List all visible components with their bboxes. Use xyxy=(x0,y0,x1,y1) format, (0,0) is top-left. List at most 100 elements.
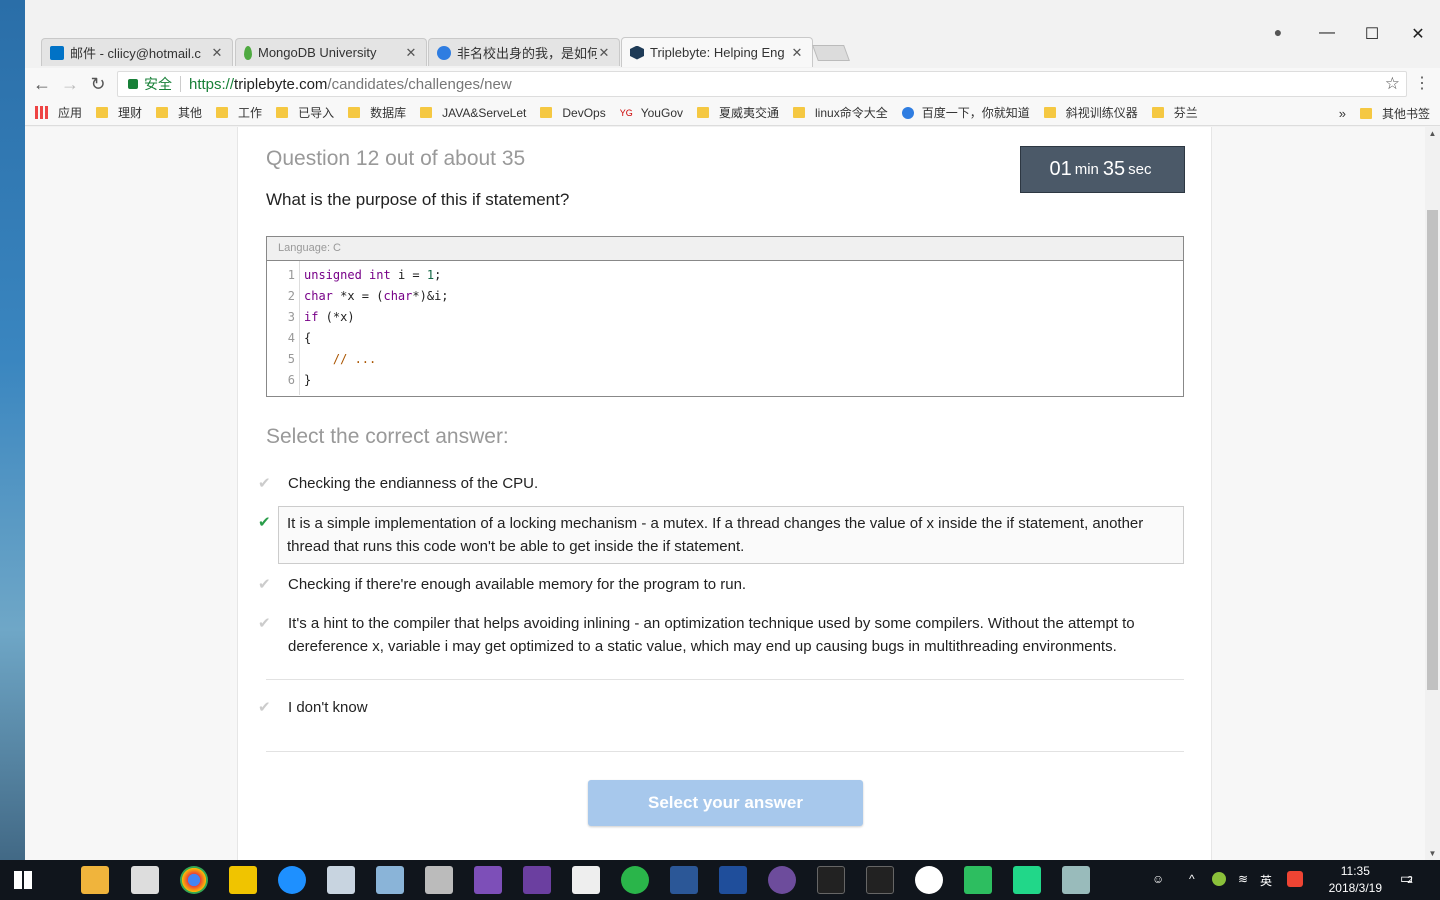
mail-icon[interactable] xyxy=(572,866,600,894)
answer-option-dont-know[interactable]: ✔ I don't know xyxy=(258,696,1184,719)
bookmark-folder[interactable]: 斜视训练仪器 xyxy=(1043,104,1138,121)
bookmark-folder[interactable]: 夏威夷交通 xyxy=(697,104,779,121)
close-window-button[interactable]: ✕ xyxy=(1408,24,1428,44)
word-icon[interactable] xyxy=(670,866,698,894)
app-icon[interactable] xyxy=(376,866,404,894)
bookmark-apps[interactable]: 应用 xyxy=(35,104,82,121)
close-icon[interactable]: ✕ xyxy=(404,45,418,61)
sogou-icon[interactable] xyxy=(1287,871,1303,887)
timer-seconds: 35 xyxy=(1102,158,1126,180)
page-content: Question 12 out of about 35 01 min 35 se… xyxy=(25,127,1425,860)
answer-option[interactable]: ✔ It's a hint to the compiler that helps… xyxy=(258,612,1184,658)
app-icon[interactable] xyxy=(621,866,649,894)
bookmark-folder[interactable]: 数据库 xyxy=(348,104,406,121)
bookmark-folder[interactable]: 理财 xyxy=(96,104,142,121)
bookmark-folder[interactable]: linux命令大全 xyxy=(793,104,888,121)
people-icon[interactable]: ☺ xyxy=(1152,872,1164,886)
bookmarks-overflow-icon[interactable]: » xyxy=(1339,106,1346,121)
ime-indicator[interactable]: 英 xyxy=(1260,872,1272,889)
question-text: What is the purpose of this if statement… xyxy=(266,190,570,209)
select-answer-button[interactable]: Select your answer xyxy=(588,780,863,826)
bookmark-folder[interactable]: 工作 xyxy=(216,104,262,121)
page-scrollbar[interactable]: ▲ ▼ xyxy=(1425,127,1440,860)
url-path: /candidates/challenges/new xyxy=(327,75,512,93)
bookmark-folder[interactable]: DevOps xyxy=(540,106,606,120)
mongodb-leaf-icon xyxy=(244,45,252,60)
answer-text: I don't know xyxy=(288,699,368,716)
system-clock[interactable]: 11:35 2018/3/19 xyxy=(1329,863,1382,897)
folder-icon xyxy=(540,107,553,118)
paint-icon[interactable] xyxy=(1062,866,1090,894)
tab-mongodb[interactable]: MongoDB University ✕ xyxy=(235,38,427,66)
microphone-icon[interactable] xyxy=(425,866,453,894)
powershell-icon[interactable] xyxy=(719,866,747,894)
file-explorer-icon[interactable] xyxy=(81,866,109,894)
folder-icon xyxy=(1359,108,1372,119)
bookmark-folder[interactable]: 已导入 xyxy=(276,104,334,121)
answer-option[interactable]: ✔ Checking if there're enough available … xyxy=(258,573,1184,596)
bookmark-folder[interactable]: 其他 xyxy=(156,104,202,121)
51-app-icon[interactable] xyxy=(229,866,257,894)
new-tab-button[interactable] xyxy=(812,45,850,61)
line-number: 1 xyxy=(287,268,295,282)
windows-start-icon[interactable] xyxy=(14,871,32,889)
tab-triplebyte[interactable]: Triplebyte: Helping Eng ✕ xyxy=(621,37,813,67)
chrome-icon[interactable] xyxy=(180,866,208,894)
bookmarks-bar: 应用 理财 其他 工作 已导入 数据库 JAVA&ServeLet DevOps… xyxy=(25,100,1440,126)
bookmark-folder[interactable]: 芬兰 xyxy=(1151,104,1198,121)
tab-outlook-mail[interactable]: 邮件 - cliicy@hotmail.c ✕ xyxy=(41,38,233,66)
answer-option[interactable]: ✔ Checking the endianness of the CPU. xyxy=(258,472,1184,495)
account-icon[interactable]: ● xyxy=(1268,24,1288,40)
close-icon[interactable]: ✕ xyxy=(790,45,804,61)
github-icon[interactable] xyxy=(768,866,796,894)
close-icon[interactable]: ✕ xyxy=(597,45,611,61)
maximize-button[interactable]: ☐ xyxy=(1362,24,1382,44)
check-icon: ✔ xyxy=(258,514,271,531)
code-block: Language: C 1 unsigned int i = 1; 2 char *… xyxy=(266,236,1184,397)
timer-minutes: 01 xyxy=(1049,158,1072,180)
visual-studio-code-icon[interactable] xyxy=(474,866,502,894)
bookmark-label: 应用 xyxy=(58,106,83,120)
baidu-paw-icon xyxy=(901,106,914,119)
bookmark-label: 其他书签 xyxy=(1381,107,1430,121)
pycharm-icon[interactable] xyxy=(1013,866,1041,894)
other-bookmarks[interactable]: » 其他书签 xyxy=(1339,105,1430,122)
bookmark-yougov[interactable]: YG YouGov xyxy=(620,106,683,120)
app-icon[interactable] xyxy=(327,866,355,894)
mongodb-icon[interactable] xyxy=(915,866,943,894)
forward-button[interactable]: → xyxy=(58,72,82,96)
url-host: triplebyte.com xyxy=(234,75,328,93)
bookmark-label: 工作 xyxy=(238,106,263,120)
divider xyxy=(266,751,1184,752)
notification-count: 2 xyxy=(1407,875,1413,886)
bookmark-folder[interactable]: JAVA&ServeLet xyxy=(420,106,526,120)
menu-icon[interactable]: ⋮ xyxy=(1410,72,1434,96)
notification-icon[interactable]: ▭2 xyxy=(1400,870,1413,887)
triplebyte-hexagon-icon xyxy=(630,45,644,60)
terminal-icon[interactable] xyxy=(817,866,845,894)
tray-chevron-icon[interactable]: ^ xyxy=(1189,872,1195,886)
divider xyxy=(266,679,1184,680)
reload-button[interactable]: ↻ xyxy=(86,72,110,96)
close-icon[interactable]: ✕ xyxy=(210,45,224,61)
scroll-up-icon[interactable]: ▲ xyxy=(1425,129,1440,138)
apps-grid-icon xyxy=(35,106,48,119)
tab-title: 邮件 - cliicy@hotmail.c xyxy=(70,46,201,61)
scrollbar-thumb[interactable] xyxy=(1427,210,1438,690)
bookmark-baidu[interactable]: 百度一下，你就知道 xyxy=(901,104,1030,121)
internet-explorer-icon[interactable] xyxy=(278,866,306,894)
answer-option-selected[interactable]: ✔ It is a simple implementation of a loc… xyxy=(258,506,1184,564)
terminal-icon[interactable] xyxy=(866,866,894,894)
evernote-icon[interactable] xyxy=(964,866,992,894)
bookmark-star-icon[interactable]: ☆ xyxy=(1385,74,1400,94)
back-button[interactable]: ← xyxy=(30,72,54,96)
wifi-icon[interactable]: ≋ xyxy=(1238,872,1248,886)
address-bar[interactable]: 安全 https:// triplebyte.com /candidates/c… xyxy=(117,71,1407,97)
line-number: 3 xyxy=(287,310,295,324)
scroll-down-icon[interactable]: ▼ xyxy=(1425,849,1440,858)
tray-app-icon[interactable] xyxy=(1212,872,1226,886)
tab-baidu-article[interactable]: 非名校出身的我，是如何 ✕ xyxy=(428,38,620,66)
minimize-button[interactable]: — xyxy=(1317,24,1337,42)
calculator-icon[interactable] xyxy=(131,866,159,894)
visual-studio-icon[interactable] xyxy=(523,866,551,894)
